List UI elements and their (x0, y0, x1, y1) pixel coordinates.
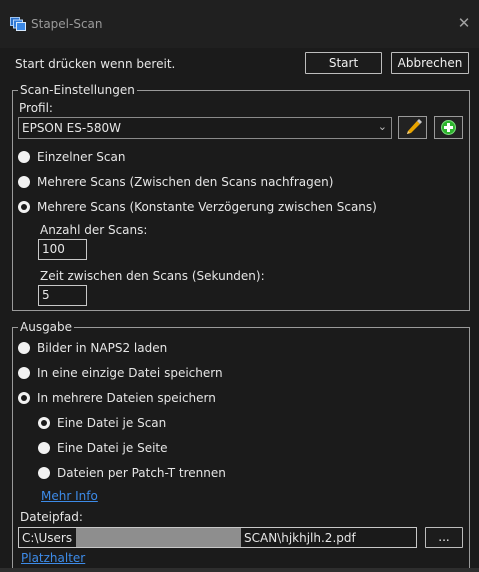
filepath-suffix: SCAN\hjkhjlh.2.pdf (244, 531, 356, 545)
title-bar: Stapel-Scan ✕ (0, 0, 479, 48)
filepath-input[interactable]: C:\Users SCAN\hjkhjlh.2.pdf (18, 527, 417, 548)
browse-button[interactable]: ... (425, 527, 463, 548)
radio-button[interactable] (18, 342, 30, 354)
radio-button[interactable] (18, 176, 30, 188)
option-file-per-scan[interactable]: Eine Datei je Scan (38, 415, 166, 431)
filepath-label: Dateipfad: (20, 510, 83, 524)
option-save-single-file[interactable]: In eine einzige Datei speichern (18, 365, 223, 381)
delay-label: Zeit zwischen den Scans (Sekunden): (40, 269, 265, 283)
radio-button[interactable] (38, 467, 50, 479)
status-text: Start drücken wenn bereit. (15, 57, 176, 71)
radio-button[interactable] (38, 442, 50, 454)
delay-input[interactable]: 5 (38, 285, 87, 306)
plus-icon (435, 120, 462, 141)
close-icon[interactable]: ✕ (455, 14, 473, 32)
radio-button[interactable] (18, 151, 30, 163)
pencil-icon (399, 119, 426, 141)
window-bottom-edge (0, 568, 479, 572)
edit-profile-button[interactable] (398, 116, 427, 139)
profile-value: EPSON ES-580W (22, 121, 121, 135)
chevron-down-icon: ⌄ (377, 120, 387, 133)
option-save-multiple-files[interactable]: In mehrere Dateien speichern (18, 390, 216, 406)
radio-button[interactable] (18, 201, 30, 213)
option-file-per-page[interactable]: Eine Datei je Seite (38, 440, 168, 456)
profile-label: Profil: (19, 101, 53, 115)
radio-button[interactable] (18, 367, 30, 379)
option-multiple-scans-prompt[interactable]: Mehrere Scans (Zwischen den Scans nachfr… (18, 174, 333, 190)
start-button[interactable]: Start (305, 52, 382, 74)
scan-settings-legend: Scan-Einstellungen (18, 83, 137, 97)
add-profile-button[interactable] (434, 116, 463, 139)
scan-count-input[interactable]: 100 (38, 239, 87, 260)
option-multiple-scans-delay[interactable]: Mehrere Scans (Konstante Verzögerung zwi… (18, 199, 377, 215)
radio-button[interactable] (38, 417, 50, 429)
option-single-scan[interactable]: Einzelner Scan (18, 149, 125, 165)
scan-count-label: Anzahl der Scans: (40, 223, 148, 237)
cancel-button[interactable]: Abbrechen (391, 52, 469, 74)
placeholders-link[interactable]: Platzhalter (21, 551, 85, 565)
redacted-region (76, 528, 241, 547)
option-load-in-naps2[interactable]: Bilder in NAPS2 laden (18, 340, 167, 356)
output-legend: Ausgabe (18, 320, 75, 334)
option-split-patch-t[interactable]: Dateien per Patch-T trennen (38, 465, 226, 481)
radio-button[interactable] (18, 392, 30, 404)
window-title: Stapel-Scan (31, 17, 103, 31)
stacked-documents-icon (10, 17, 26, 31)
filepath-prefix: C:\Users (22, 531, 73, 545)
more-info-link[interactable]: Mehr Info (41, 489, 98, 503)
profile-select[interactable]: EPSON ES-580W ⌄ (18, 117, 392, 139)
